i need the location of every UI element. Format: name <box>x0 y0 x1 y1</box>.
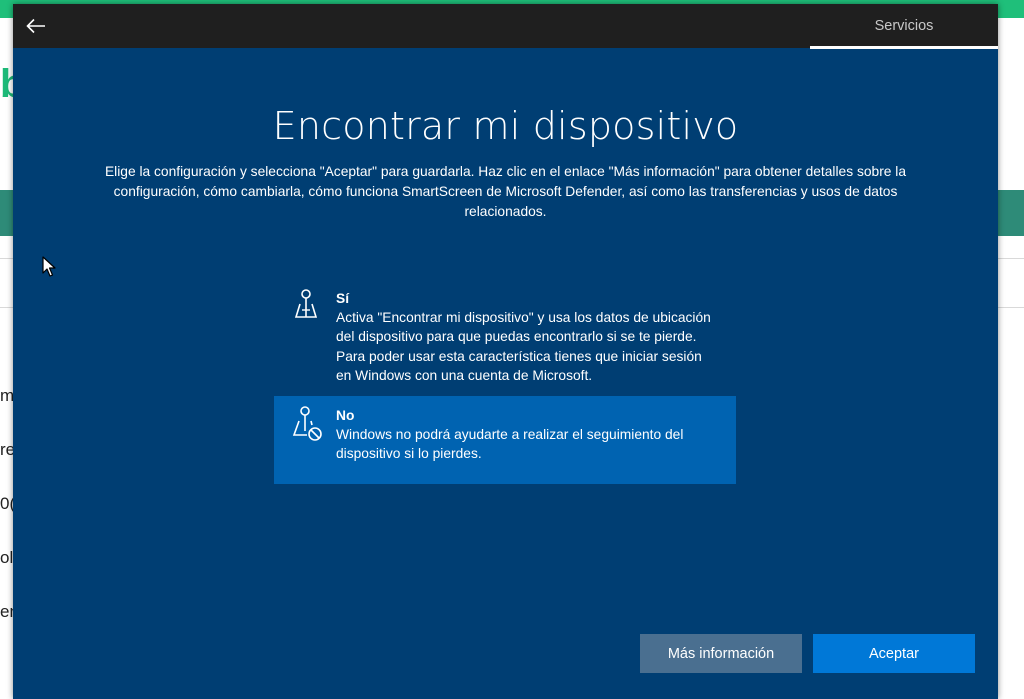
map-pin-blocked-icon <box>292 406 322 441</box>
option-yes-description: Activa "Encontrar mi dispositivo" y usa … <box>336 310 711 383</box>
page-title: Encontrar mi dispositivo <box>272 104 739 148</box>
setup-window: Servicios Encontrar mi dispositivo Elige… <box>13 4 998 699</box>
mouse-cursor-icon <box>42 256 56 277</box>
option-yes-title: Sí <box>336 291 350 306</box>
option-no-description: Windows no podrá ayudarte a realizar el … <box>336 427 684 462</box>
page-description: Elige la configuración y selecciona "Ace… <box>104 164 907 219</box>
top-bar: Servicios <box>13 4 998 49</box>
accept-button[interactable]: Aceptar <box>813 634 975 673</box>
option-no-title: No <box>336 408 355 423</box>
tab-servicios[interactable]: Servicios <box>810 4 998 48</box>
back-button[interactable] <box>21 12 51 40</box>
map-pin-icon <box>294 289 318 318</box>
tab-active-indicator <box>810 46 998 49</box>
option-yes[interactable]: Sí Activa "Encontrar mi dispositivo" y u… <box>274 279 736 387</box>
option-no[interactable]: No Windows no podrá ayudarte a realizar … <box>274 396 736 484</box>
arrow-left-icon <box>26 18 45 34</box>
more-info-button[interactable]: Más información <box>640 634 802 673</box>
